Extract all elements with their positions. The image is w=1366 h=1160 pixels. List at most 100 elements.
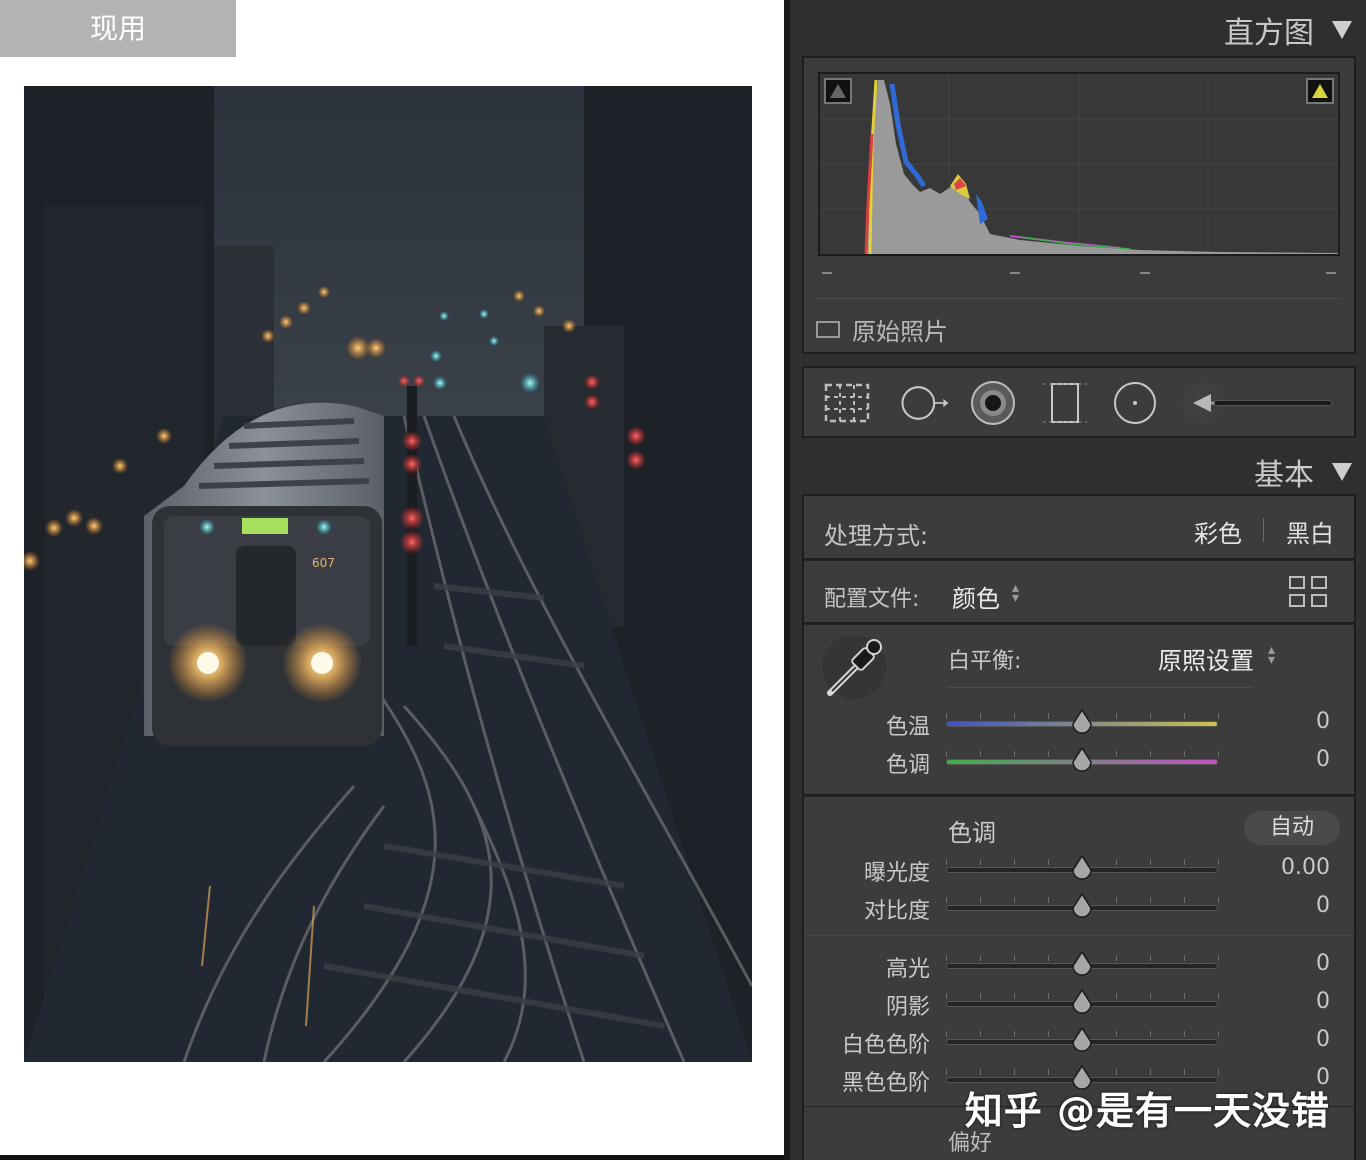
slider-tick: [1184, 859, 1185, 865]
slider-thumb[interactable]: [1071, 893, 1093, 919]
highlight-clipping-icon[interactable]: [1306, 78, 1334, 104]
slider-value[interactable]: 0.00: [1281, 855, 1330, 880]
profile-browser-grid-icon[interactable]: [1288, 575, 1328, 609]
up-down-arrows-icon[interactable]: ▴ ▾: [1012, 581, 1019, 605]
slider-tick: [946, 993, 947, 999]
slider-tick: [1048, 955, 1049, 961]
slider-tick: [946, 1069, 947, 1075]
slider-tick: [980, 713, 981, 719]
brush-size-bar[interactable]: [1214, 400, 1332, 406]
slider-label: 色调: [885, 753, 930, 778]
radial-filter-icon[interactable]: [1110, 380, 1160, 426]
slider-tick: [980, 751, 981, 757]
slider-label: 色温: [885, 715, 930, 740]
slider-tick: [1218, 1031, 1219, 1037]
slider-tick: [1014, 897, 1015, 903]
slider-thumb[interactable]: [1071, 709, 1093, 735]
slider-tick: [1116, 1069, 1117, 1075]
collapse-triangle-icon[interactable]: [1332, 21, 1352, 39]
slider-value[interactable]: 0: [1316, 893, 1330, 918]
slider-tick: [1184, 993, 1185, 999]
slider-tick: [1218, 1069, 1219, 1075]
slider-tick: [1184, 897, 1185, 903]
slider-tick: [1218, 751, 1219, 757]
slider-tick: [1150, 955, 1151, 961]
tool-strip: [802, 366, 1356, 438]
auto-tone-button[interactable]: 自动: [1244, 811, 1340, 845]
graduated-filter-icon[interactable]: [1040, 380, 1090, 426]
tone-label: 色调: [948, 819, 996, 847]
divider: [804, 935, 1354, 936]
slider-tick: [980, 897, 981, 903]
slider-tick: [980, 859, 981, 865]
slider-label: 对比度: [863, 899, 930, 924]
slider-tick: [1150, 1031, 1151, 1037]
collapse-triangle-icon[interactable]: [1332, 463, 1352, 481]
treatment-row: 处理方式: 彩色 黑白: [802, 494, 1356, 560]
slider-row-contrast: 对比度 0: [804, 893, 1354, 924]
viewer-bottom-border: [0, 1155, 784, 1160]
slider-value[interactable]: 0: [1316, 1027, 1330, 1052]
treatment-color-option[interactable]: 彩色: [1194, 514, 1242, 549]
slider-tick: [1116, 955, 1117, 961]
original-photo-checkbox[interactable]: [816, 321, 840, 338]
histogram-plot: [820, 74, 1338, 254]
red-eye-correction-icon[interactable]: [968, 380, 1018, 426]
shadow-clipping-icon[interactable]: [824, 78, 852, 104]
slider-tick: [1184, 955, 1185, 961]
slider-tick: [1150, 993, 1151, 999]
histogram-title: 直方图: [1224, 16, 1314, 51]
develop-panel: 直方图 原始照片 基本 处理方式: 彩色 黑白 配置文件: 颜色 ▴ ▾ 白平衡…: [790, 0, 1366, 1160]
slider-row-tint: 色调 0: [804, 747, 1354, 778]
basic-header[interactable]: 基本: [1254, 450, 1352, 494]
slider-tick: [1150, 1069, 1151, 1075]
slider-tick: [1014, 751, 1015, 757]
slider-tick: [946, 897, 947, 903]
slider-thumb[interactable]: [1071, 951, 1093, 977]
slider-value[interactable]: 0: [1316, 989, 1330, 1014]
slider-tick: [1218, 955, 1219, 961]
original-photo-toggle[interactable]: 原始照片: [816, 312, 948, 347]
profile-dropdown[interactable]: 颜色: [952, 579, 1000, 614]
photo-preview[interactable]: 607: [24, 86, 752, 1062]
spot-removal-icon[interactable]: [900, 380, 950, 426]
slider-thumb[interactable]: [1071, 1027, 1093, 1053]
histogram-header[interactable]: 直方图: [1224, 8, 1352, 52]
slider-tick: [980, 1031, 981, 1037]
divider: [948, 687, 1252, 688]
slider-value[interactable]: 0: [1316, 951, 1330, 976]
slider-tick: [946, 859, 947, 865]
slider-tick: [1048, 751, 1049, 757]
slider-tick: [980, 955, 981, 961]
slider-value[interactable]: 0: [1316, 747, 1330, 772]
slider-tick: [1014, 1031, 1015, 1037]
slider-tick: [1150, 713, 1151, 719]
up-down-arrows-icon[interactable]: ▴ ▾: [1268, 643, 1275, 667]
white-balance-dropdown[interactable]: 原照设置: [1158, 641, 1254, 676]
slider-tick: [1184, 1069, 1185, 1075]
slider-tick: [1048, 859, 1049, 865]
slider-tick: [1150, 897, 1151, 903]
divider: [816, 298, 1342, 299]
slider-tick: [1116, 1031, 1117, 1037]
histogram-graph[interactable]: [818, 72, 1340, 256]
slider-tick: [1116, 859, 1117, 865]
slider-thumb[interactable]: [1071, 989, 1093, 1015]
slider-value[interactable]: 0: [1316, 709, 1330, 734]
slider-tick: [1014, 713, 1015, 719]
view-mode-label: 现用: [0, 0, 236, 57]
slider-thumb[interactable]: [1071, 855, 1093, 881]
eyedropper-icon[interactable]: [822, 635, 886, 699]
slider-tick: [1014, 993, 1015, 999]
slider-row-shadows: 阴影 0: [804, 989, 1354, 1020]
crop-overlay-icon[interactable]: [822, 380, 872, 426]
slider-tick: [1150, 751, 1151, 757]
slider-tick: [1048, 713, 1049, 719]
treatment-bw-option[interactable]: 黑白: [1286, 514, 1334, 549]
slider-thumb[interactable]: [1071, 747, 1093, 773]
slider-tick: [946, 713, 947, 719]
slider-tick: [1048, 993, 1049, 999]
slider-row-exposure: 曝光度 0.00: [804, 855, 1354, 886]
slider-tick: [1218, 897, 1219, 903]
profile-row: 配置文件: 颜色 ▴ ▾: [802, 560, 1356, 624]
